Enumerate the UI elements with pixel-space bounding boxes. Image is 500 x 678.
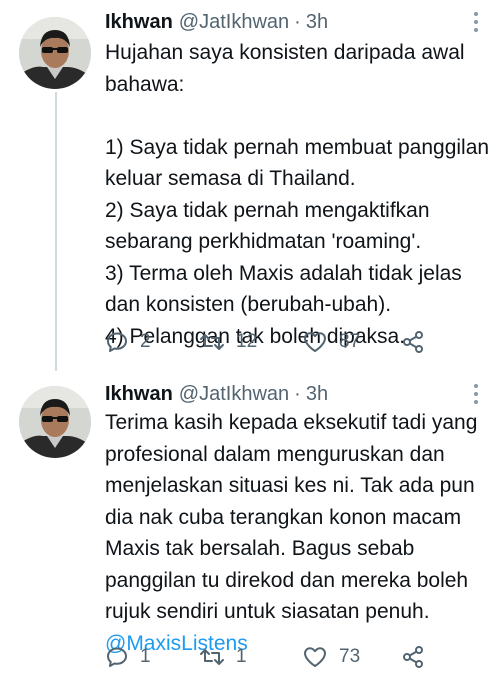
timestamp[interactable]: 3h <box>306 383 328 406</box>
text-line: menjelaskan situasi kes ni. Tak ada pun <box>105 474 475 497</box>
more-icon[interactable] <box>466 7 486 37</box>
tweet-actions: 2 12 87 <box>105 327 485 357</box>
text-line: Terima kasih kepada eksekutif tadi yang <box>105 411 478 434</box>
like-button[interactable]: 87 <box>302 327 360 357</box>
tweet-2[interactable]: Ikhwan @JatIkhwan · 3h Terima kasih kepa… <box>0 371 500 678</box>
text-line: rujuk sendiri untuk siasatan penuh. <box>105 600 430 623</box>
separator: · <box>294 10 301 33</box>
reply-icon <box>105 330 129 354</box>
text-line: Hujahan saya konsisten daripada awal <box>105 41 465 64</box>
text-line: Maxis tak bersalah. Bagus sebab <box>105 537 415 560</box>
share-button[interactable] <box>401 642 425 672</box>
tweet-1[interactable]: Ikhwan @JatIkhwan · 3h Hujahan saya kons… <box>0 0 500 371</box>
share-icon <box>401 645 425 669</box>
separator: · <box>294 382 301 405</box>
like-icon <box>302 330 328 354</box>
tweet-text: Hujahan saya konsisten daripada awal bah… <box>105 37 490 352</box>
text-line: 1) Saya tidak pernah membuat panggilan <box>105 135 490 159</box>
text-line: sebarang perkhidmatan 'roaming'. <box>105 230 422 253</box>
reply-button[interactable]: 1 <box>105 642 151 672</box>
thread-line <box>55 92 57 371</box>
text-line: 2) Saya tidak pernah mengaktifkan <box>105 198 430 222</box>
like-count: 73 <box>339 646 361 667</box>
reply-icon <box>105 645 129 669</box>
author-name[interactable]: Ikhwan <box>105 383 173 406</box>
author-name[interactable]: Ikhwan <box>105 11 173 34</box>
more-icon[interactable] <box>466 379 486 409</box>
author-handle[interactable]: @JatIkhwan <box>179 383 289 406</box>
share-icon <box>401 330 425 354</box>
retweet-button[interactable]: 1 <box>199 642 247 672</box>
like-icon <box>302 645 328 669</box>
avatar[interactable] <box>19 17 91 89</box>
retweet-icon <box>199 330 225 354</box>
text-line: keluar semasa di Thailand. <box>105 167 356 190</box>
author-handle[interactable]: @JatIkhwan <box>179 11 289 34</box>
text-line: dia nak cuba terangkan konon macam <box>105 505 462 529</box>
text-line <box>105 100 486 132</box>
retweet-icon <box>199 645 225 669</box>
reply-count: 2 <box>140 331 151 352</box>
like-count: 87 <box>339 331 361 352</box>
timestamp[interactable]: 3h <box>306 11 328 34</box>
tweet-header: Ikhwan @JatIkhwan · 3h <box>105 7 328 37</box>
reply-count: 1 <box>140 646 151 667</box>
retweet-button[interactable]: 12 <box>199 327 257 357</box>
text-line: panggilan tu direkod dan mereka boleh <box>105 568 469 592</box>
tweet-text: Terima kasih kepada eksekutif tadi yang … <box>105 407 486 659</box>
text-line: 3) Terma oleh Maxis adalah tidak jelas <box>105 261 462 285</box>
text-line: profesional dalam menguruskan dan <box>105 442 445 466</box>
avatar[interactable] <box>19 386 91 458</box>
text-line: bahawa: <box>105 72 185 96</box>
retweet-count: 12 <box>236 331 258 352</box>
share-button[interactable] <box>401 327 425 357</box>
reply-button[interactable]: 2 <box>105 327 151 357</box>
like-button[interactable]: 73 <box>302 642 360 672</box>
tweet-header: Ikhwan @JatIkhwan · 3h <box>105 379 328 409</box>
text-line: dan konsisten (berubah-ubah). <box>105 293 392 316</box>
retweet-count: 1 <box>236 646 247 667</box>
tweet-actions: 1 1 73 <box>105 642 485 672</box>
